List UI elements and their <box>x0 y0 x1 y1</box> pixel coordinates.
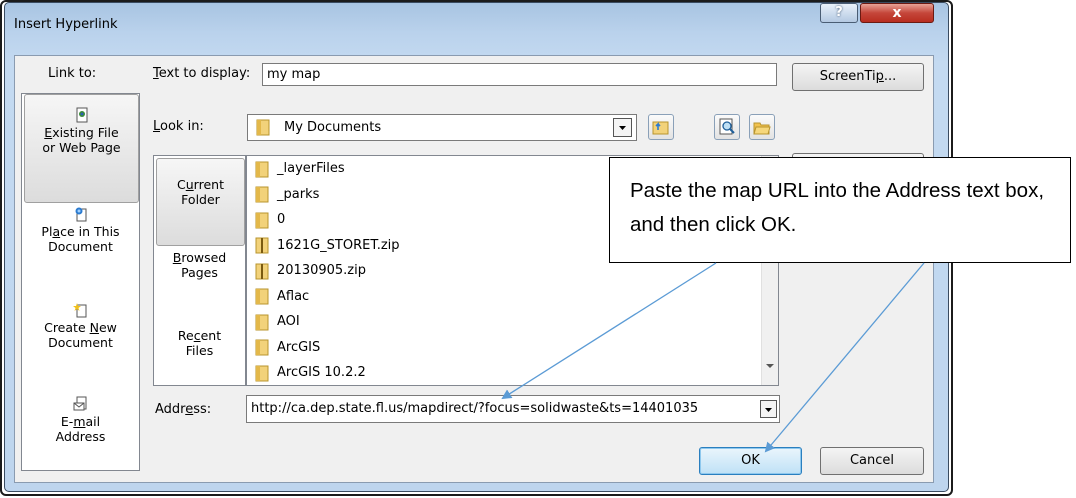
look-in-label: Look in: <box>153 119 204 134</box>
link-to-new-document[interactable]: Create New Document <box>24 302 137 372</box>
up-folder-icon <box>652 121 669 135</box>
rail-label-line2: Document <box>48 239 113 254</box>
file-list-item[interactable]: 20130905.zip <box>255 261 366 281</box>
browsed-pages-tab[interactable]: Browsed Pages <box>156 250 243 290</box>
ok-button[interactable]: OK <box>699 447 802 475</box>
new-document-icon <box>72 303 86 318</box>
chevron-down-icon <box>619 126 626 130</box>
file-list-item[interactable]: _parks <box>255 185 319 205</box>
open-folder-icon <box>753 122 771 135</box>
zip-folder-icon <box>255 237 269 254</box>
browsed-pages-line2: Pages <box>181 265 218 280</box>
folder-icon <box>256 119 270 136</box>
look-in-select[interactable]: My Documents <box>247 114 637 141</box>
link-to-label: Link to: <box>48 66 97 81</box>
current-folder-tab[interactable]: Current Folder <box>156 158 245 246</box>
zip-folder-icon <box>255 263 269 279</box>
recent-files-line1: Recent <box>177 328 222 343</box>
text-to-display-input[interactable]: my map <box>262 63 777 86</box>
file-list-item[interactable]: AOI <box>255 312 300 332</box>
folder-icon <box>255 314 269 330</box>
file-list-item[interactable]: _layerFiles <box>255 159 345 179</box>
link-to-place-in-document[interactable]: Place in This Document <box>24 206 137 276</box>
folder-icon <box>255 212 269 228</box>
look-in-dropdown-button[interactable] <box>613 118 632 137</box>
place-document-icon <box>75 207 86 222</box>
rail-label-line2: Document <box>48 335 113 350</box>
current-folder-line2: Folder <box>181 192 220 207</box>
document-globe-icon <box>76 107 87 123</box>
recent-files-line2: Files <box>185 343 214 358</box>
file-list-item[interactable]: ArcGIS 10.2.2 <box>255 363 366 383</box>
scroll-down-icon[interactable] <box>765 362 775 370</box>
window-title: Insert Hyperlink <box>14 17 118 32</box>
rail-label-line1: Place in This <box>41 224 120 239</box>
up-one-folder-button[interactable] <box>648 114 674 140</box>
file-name: 20130905.zip <box>277 263 366 278</box>
file-list-item[interactable]: 1621G_STORET.zip <box>255 236 400 256</box>
file-name: ArcGIS <box>277 339 321 355</box>
recent-files-tab[interactable]: Recent Files <box>156 328 243 368</box>
chevron-down-icon <box>765 408 772 412</box>
link-to-rail: Existing File or Web Page Place in This … <box>21 93 140 471</box>
browse-file-button[interactable] <box>749 114 775 140</box>
help-button[interactable]: ? <box>820 3 858 23</box>
folder-icon <box>255 186 269 203</box>
link-to-email-address[interactable]: E-mail Address <box>24 396 137 466</box>
look-in-value: My Documents <box>284 120 382 135</box>
rail-label-line1: Create New <box>44 320 117 335</box>
rail-label-line2: Address <box>55 429 106 444</box>
file-list-item[interactable]: Aflac <box>255 287 309 307</box>
email-icon <box>73 396 86 411</box>
file-name: 1621G_STORET.zip <box>277 237 400 253</box>
browse-web-icon <box>719 118 735 135</box>
browse-web-button[interactable] <box>714 114 740 140</box>
rail-label-line1: Existing File <box>44 125 119 140</box>
rail-label-line1: E-mail <box>60 414 101 429</box>
text-to-display-label: Text to display: <box>153 66 251 81</box>
folder-icon <box>255 161 269 177</box>
file-name: AOI <box>277 314 300 329</box>
file-name: ArcGIS 10.2.2 <box>277 365 366 380</box>
cancel-button[interactable]: Cancel <box>820 447 924 475</box>
current-folder-line1: Current <box>177 177 224 192</box>
file-name: 0 <box>277 212 286 227</box>
close-button[interactable]: x <box>860 3 934 23</box>
file-list-item[interactable]: ArcGIS <box>255 338 320 358</box>
rail-label-line2: or Web Page <box>42 140 121 155</box>
address-input[interactable]: http://ca.dep.state.fl.us/mapdirect/?foc… <box>246 395 780 423</box>
browsed-pages-line1: Browsed <box>172 250 227 265</box>
file-name: _layerFiles <box>277 161 345 176</box>
screentip-button[interactable]: ScreenTip... <box>792 63 924 91</box>
file-name: _parks <box>277 186 320 202</box>
file-name: Aflac <box>277 288 310 304</box>
folder-icon <box>255 288 269 305</box>
address-label: Address: <box>155 402 212 417</box>
folder-icon <box>255 339 269 356</box>
instruction-callout: Paste the map URL into the Address text … <box>609 157 1071 263</box>
browse-mode-rail: Current Folder Browsed Pages Recent File… <box>153 155 246 386</box>
address-dropdown-button[interactable] <box>760 400 777 418</box>
link-to-existing-file[interactable]: Existing File or Web Page <box>24 94 139 203</box>
folder-icon <box>255 365 269 381</box>
file-list-item[interactable]: 0 <box>255 210 285 230</box>
address-value: http://ca.dep.state.fl.us/mapdirect/?foc… <box>251 401 699 416</box>
